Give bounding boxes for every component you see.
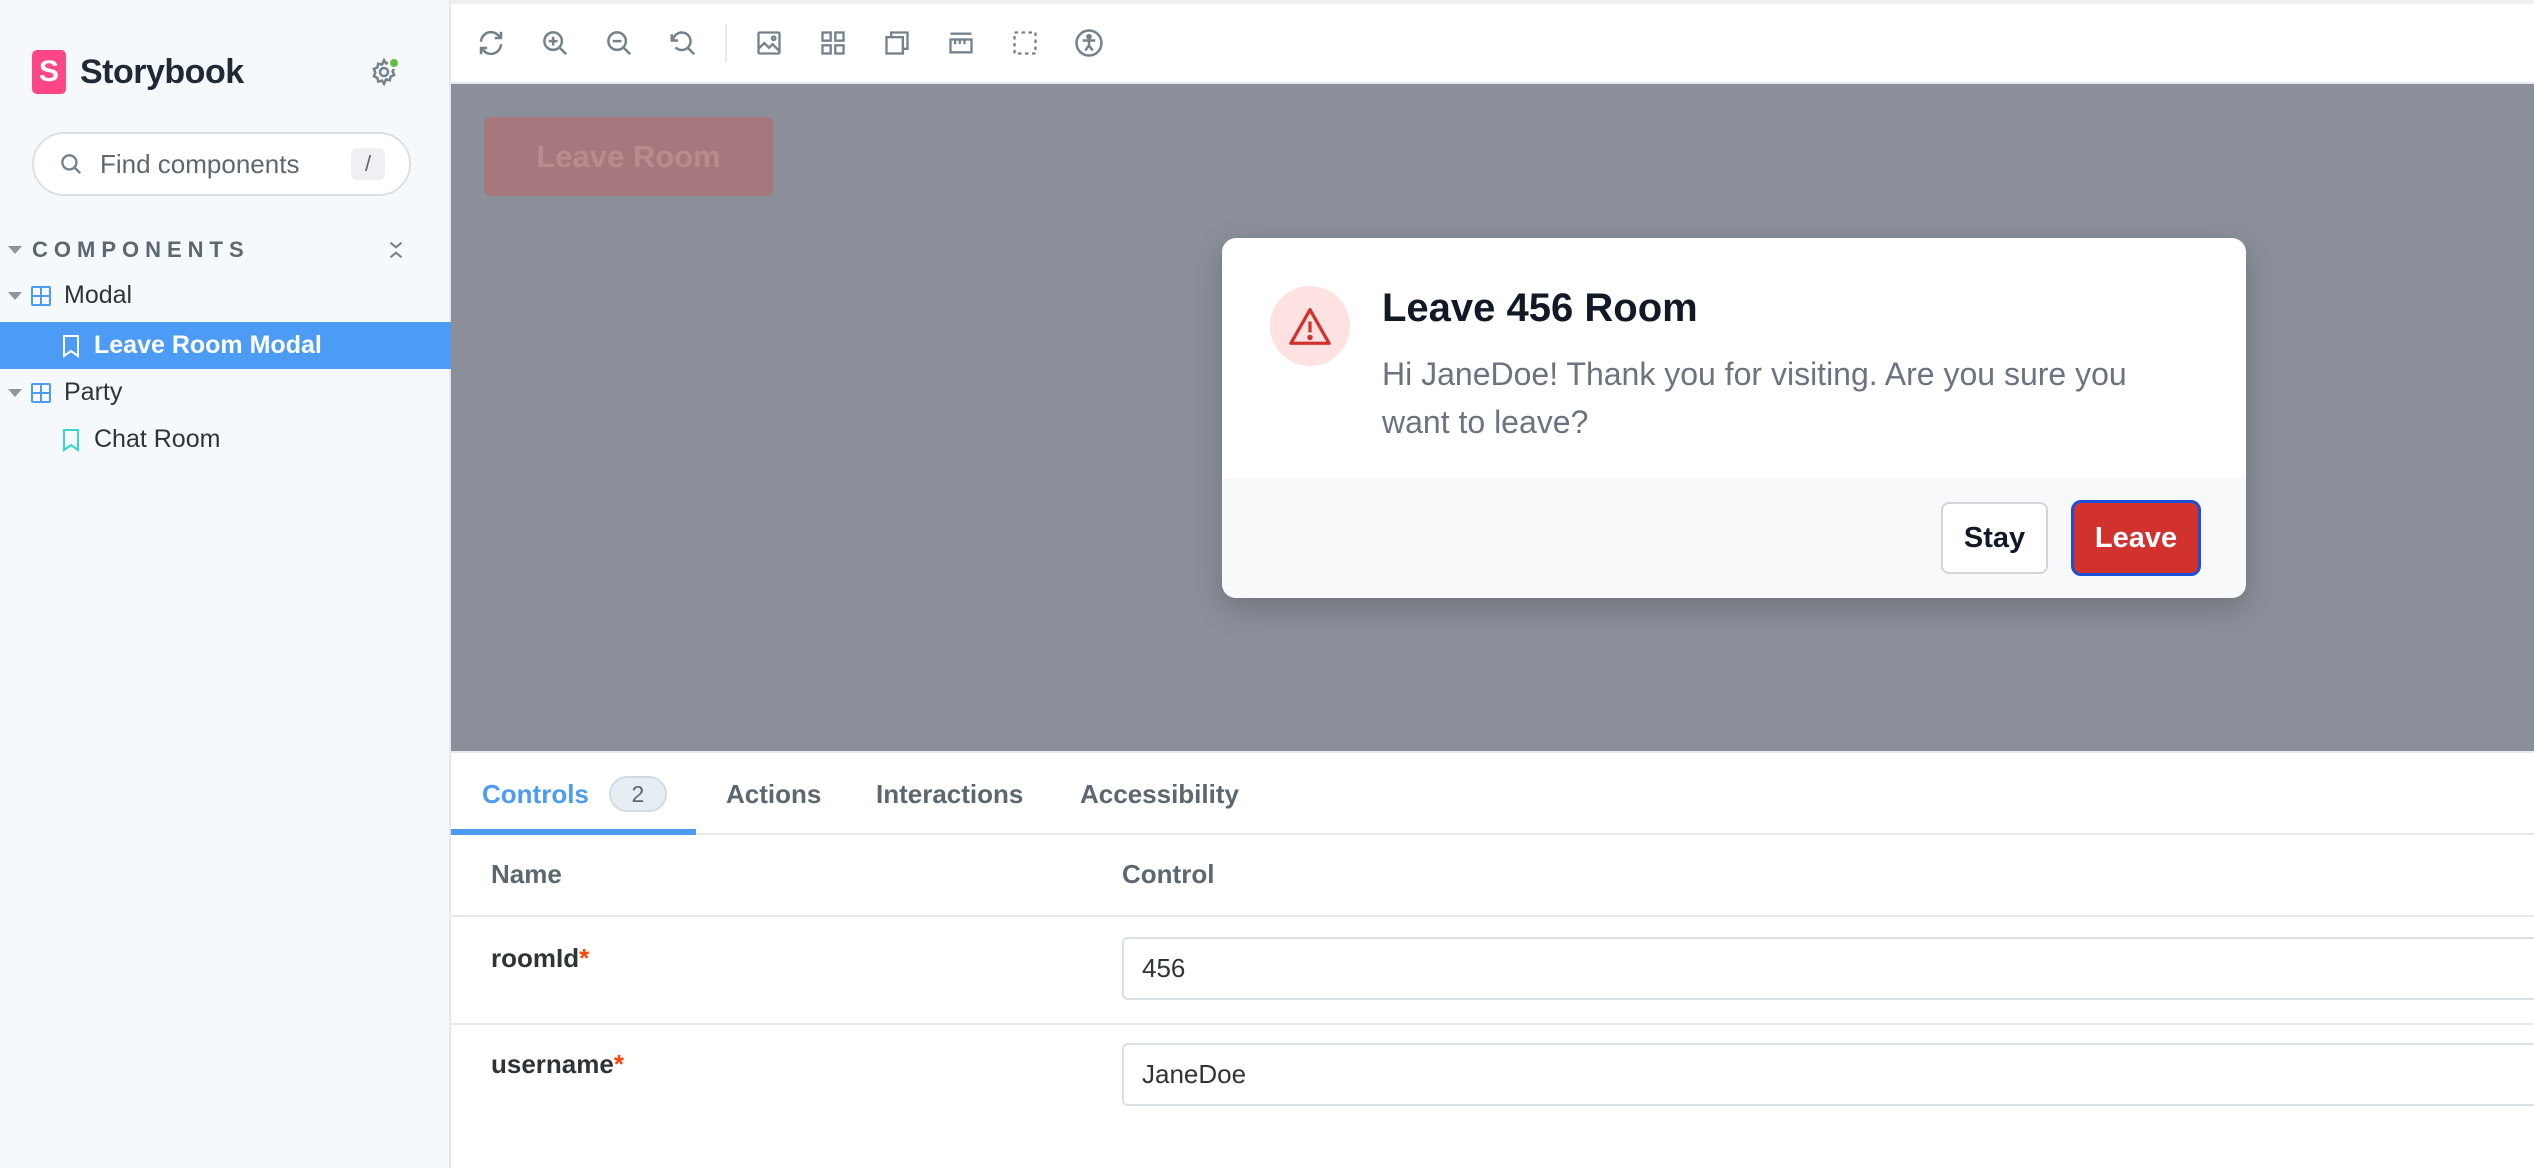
caret-down-icon <box>8 388 22 397</box>
collapse-icon <box>389 241 403 259</box>
tab-accessibility[interactable]: Accessibility <box>1080 753 1239 835</box>
components-section-header[interactable]: COMPONENTS <box>8 234 408 266</box>
search-shortcut-key: / <box>351 148 385 180</box>
settings-button[interactable] <box>364 52 404 92</box>
sidebar-item-label: Leave Room Modal <box>94 331 322 359</box>
leave-button[interactable]: Leave <box>2071 500 2201 576</box>
viewport-button[interactable] <box>875 21 919 65</box>
brand[interactable]: S Storybook <box>32 48 244 96</box>
search-box[interactable]: / <box>32 132 411 196</box>
grid-button[interactable] <box>811 21 855 65</box>
sidebar-item-leave-room-modal[interactable]: Leave Room Modal <box>0 322 451 369</box>
background-button[interactable] <box>747 21 791 65</box>
section-title: COMPONENTS <box>32 237 250 262</box>
search-icon <box>58 151 84 177</box>
reload-button[interactable] <box>469 21 513 65</box>
tab-label: Actions <box>726 778 822 809</box>
brand-name: Storybook <box>80 52 244 91</box>
sidebar-item-label: Modal <box>64 281 133 309</box>
row-divider <box>451 1023 2534 1025</box>
zoom-out-icon <box>607 31 632 56</box>
required-marker: * <box>613 1049 624 1079</box>
column-header-control: Control <box>1122 859 1215 889</box>
sidebar-item-party[interactable]: Party <box>0 369 451 416</box>
arg-label: username <box>491 1049 614 1079</box>
search-input[interactable] <box>100 148 351 180</box>
tab-interactions[interactable]: Interactions <box>876 753 1023 835</box>
caret-down-icon <box>8 246 22 254</box>
measure-button[interactable] <box>939 21 983 65</box>
row-divider <box>451 915 2534 917</box>
outline-button[interactable] <box>1003 21 1047 65</box>
arg-name-username: username* <box>491 1049 624 1080</box>
reset-zoom-icon <box>670 31 696 56</box>
modal-title: Leave 456 Room <box>1382 286 1698 330</box>
sidebar-item-modal[interactable]: Modal <box>0 272 451 319</box>
tab-label: Accessibility <box>1080 778 1239 809</box>
grid-icon <box>821 31 845 55</box>
required-marker: * <box>579 943 590 973</box>
modal-body: Leave 456 Room Hi JaneDoe! Thank you for… <box>1222 238 2246 478</box>
reset-zoom-button[interactable] <box>661 21 705 65</box>
column-header-name: Name <box>491 859 562 889</box>
collapse-all-button[interactable] <box>380 234 412 266</box>
tab-actions[interactable]: Actions <box>726 753 821 835</box>
addons-panel: Controls 2 Actions Interactions Accessib… <box>451 751 2534 1168</box>
sidebar: S Storybook / COMPONENTS <box>0 0 451 1168</box>
toolbar <box>451 4 2534 84</box>
leave-room-button[interactable]: Leave Room <box>484 117 773 196</box>
roomid-input[interactable] <box>1122 937 2534 1000</box>
stay-button[interactable]: Stay <box>1941 502 2048 574</box>
sidebar-item-label: Party <box>64 378 123 406</box>
outline-icon <box>1013 31 1037 55</box>
panel-tabs: Controls 2 Actions Interactions Accessib… <box>451 753 2534 835</box>
story-icon <box>62 334 80 358</box>
accessibility-button[interactable] <box>1067 21 1111 65</box>
leave-room-modal: Leave 456 Room Hi JaneDoe! Thank you for… <box>1222 238 2246 598</box>
controls-count-badge: 2 <box>608 776 667 812</box>
story-icon <box>62 428 80 452</box>
update-status-dot <box>388 57 400 69</box>
modal-message: Hi JaneDoe! Thank you for visiting. Are … <box>1382 356 2127 440</box>
component-icon <box>30 285 52 307</box>
accessibility-icon <box>1075 29 1103 57</box>
component-icon <box>30 382 52 404</box>
zoom-out-button[interactable] <box>597 21 641 65</box>
sidebar-item-label: Chat Room <box>94 425 221 453</box>
reload-icon <box>479 30 503 56</box>
zoom-in-icon <box>543 31 568 56</box>
caret-down-icon <box>8 291 22 300</box>
warning-badge <box>1270 286 1350 366</box>
storybook-app: S Storybook / COMPONENTS <box>0 0 2534 1168</box>
tab-label: Controls <box>482 778 589 809</box>
arg-label: roomId <box>491 943 580 973</box>
storybook-logo: S <box>32 50 66 94</box>
username-input[interactable] <box>1122 1043 2534 1106</box>
active-tab-indicator <box>451 829 696 835</box>
modal-footer: Stay Leave <box>1222 478 2246 598</box>
sidebar-item-chat-room[interactable]: Chat Room <box>0 416 451 463</box>
toolbar-separator <box>725 24 727 62</box>
viewport-icon <box>885 31 909 55</box>
story-canvas: Leave Room Leave 456 Room Hi JaneDoe! Th… <box>451 84 2534 751</box>
arg-name-roomid: roomId* <box>491 943 589 974</box>
tab-controls[interactable]: Controls 2 <box>482 753 667 835</box>
tab-label: Interactions <box>876 778 1024 809</box>
warning-icon <box>1289 308 1331 345</box>
zoom-in-button[interactable] <box>533 21 577 65</box>
background-icon <box>757 31 781 55</box>
measure-icon <box>949 32 973 54</box>
